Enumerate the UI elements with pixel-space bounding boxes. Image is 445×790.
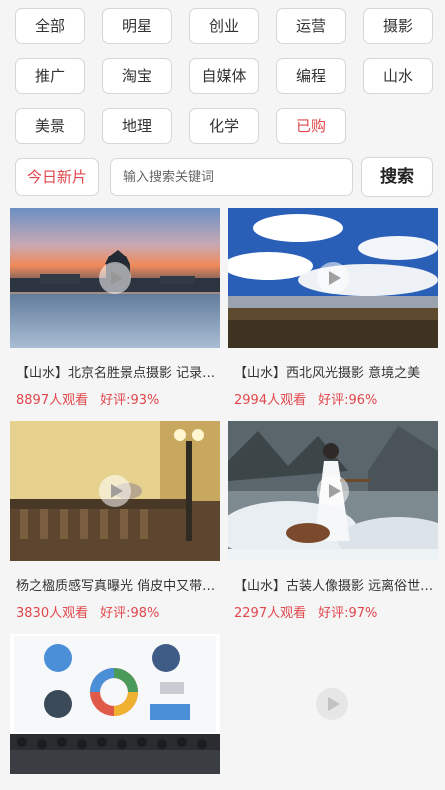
view-count: 3830人观看 bbox=[16, 606, 89, 621]
video-thumbnail[interactable] bbox=[10, 421, 220, 561]
video-title[interactable]: 【山水】北京名胜景点摄影 记录美丽北京 bbox=[10, 362, 216, 381]
view-count: 2297人观看 bbox=[234, 606, 307, 621]
video-card[interactable]: 杨之楹质感写真曝光 俏皮中又带性感 3830人观看 好评:98% bbox=[10, 421, 220, 621]
video-card[interactable] bbox=[10, 634, 220, 774]
category-landscape[interactable]: 山水 bbox=[363, 58, 433, 94]
play-icon[interactable] bbox=[317, 262, 349, 294]
rating: 好评:96% bbox=[318, 393, 378, 408]
play-icon[interactable] bbox=[317, 475, 349, 507]
video-meta: 3830人观看 好评:98% bbox=[10, 602, 220, 621]
view-count: 8897人观看 bbox=[16, 393, 89, 408]
category-self-media[interactable]: 自媒体 bbox=[189, 58, 259, 94]
category-geography[interactable]: 地理 bbox=[102, 108, 172, 144]
video-thumbnail[interactable] bbox=[10, 208, 220, 348]
play-icon[interactable] bbox=[316, 688, 348, 720]
category-all[interactable]: 全部 bbox=[15, 8, 85, 44]
rating: 好评:98% bbox=[100, 606, 160, 621]
play-icon[interactable] bbox=[99, 262, 131, 294]
video-thumbnail[interactable] bbox=[228, 208, 438, 348]
today-new-button[interactable]: 今日新片 bbox=[15, 158, 99, 196]
video-meta: 2994人观看 好评:96% bbox=[228, 389, 438, 408]
video-thumbnail[interactable] bbox=[228, 421, 438, 561]
search-button[interactable]: 搜索 bbox=[361, 157, 433, 197]
view-count: 2994人观看 bbox=[234, 393, 307, 408]
category-photography[interactable]: 摄影 bbox=[363, 8, 433, 44]
video-card[interactable]: 【山水】古装人像摄影 远离俗世之美 2297人观看 好评:97% bbox=[228, 421, 438, 621]
category-scenery[interactable]: 美景 bbox=[15, 108, 85, 144]
category-startup[interactable]: 创业 bbox=[189, 8, 259, 44]
seminar-image bbox=[10, 634, 220, 774]
rating: 好评:93% bbox=[100, 393, 160, 408]
video-card[interactable]: 【山水】北京名胜景点摄影 记录美丽北京 8897人观看好评:93% bbox=[10, 208, 220, 408]
video-title[interactable]: 杨之楹质感写真曝光 俏皮中又带性感 bbox=[10, 575, 216, 594]
category-purchased[interactable]: 已购 bbox=[276, 108, 346, 144]
rating: 好评:97% bbox=[318, 606, 378, 621]
category-chemistry[interactable]: 化学 bbox=[189, 108, 259, 144]
video-card[interactable]: 【山水】西北风光摄影 意境之美 2994人观看 好评:96% bbox=[228, 208, 438, 408]
category-taobao[interactable]: 淘宝 bbox=[102, 58, 172, 94]
play-icon[interactable] bbox=[99, 475, 131, 507]
video-title[interactable]: 【山水】西北风光摄影 意境之美 bbox=[228, 362, 434, 381]
video-thumbnail[interactable] bbox=[10, 634, 220, 774]
category-programming[interactable]: 编程 bbox=[276, 58, 346, 94]
search-input[interactable] bbox=[110, 158, 353, 196]
video-meta: 8897人观看 好评:93% bbox=[10, 389, 220, 408]
video-meta: 2297人观看 好评:97% bbox=[228, 602, 438, 621]
category-operations[interactable]: 运营 bbox=[276, 8, 346, 44]
video-title[interactable]: 【山水】古装人像摄影 远离俗世之美 bbox=[228, 575, 434, 594]
category-promotion[interactable]: 推广 bbox=[15, 58, 85, 94]
category-celebrity[interactable]: 明星 bbox=[102, 8, 172, 44]
